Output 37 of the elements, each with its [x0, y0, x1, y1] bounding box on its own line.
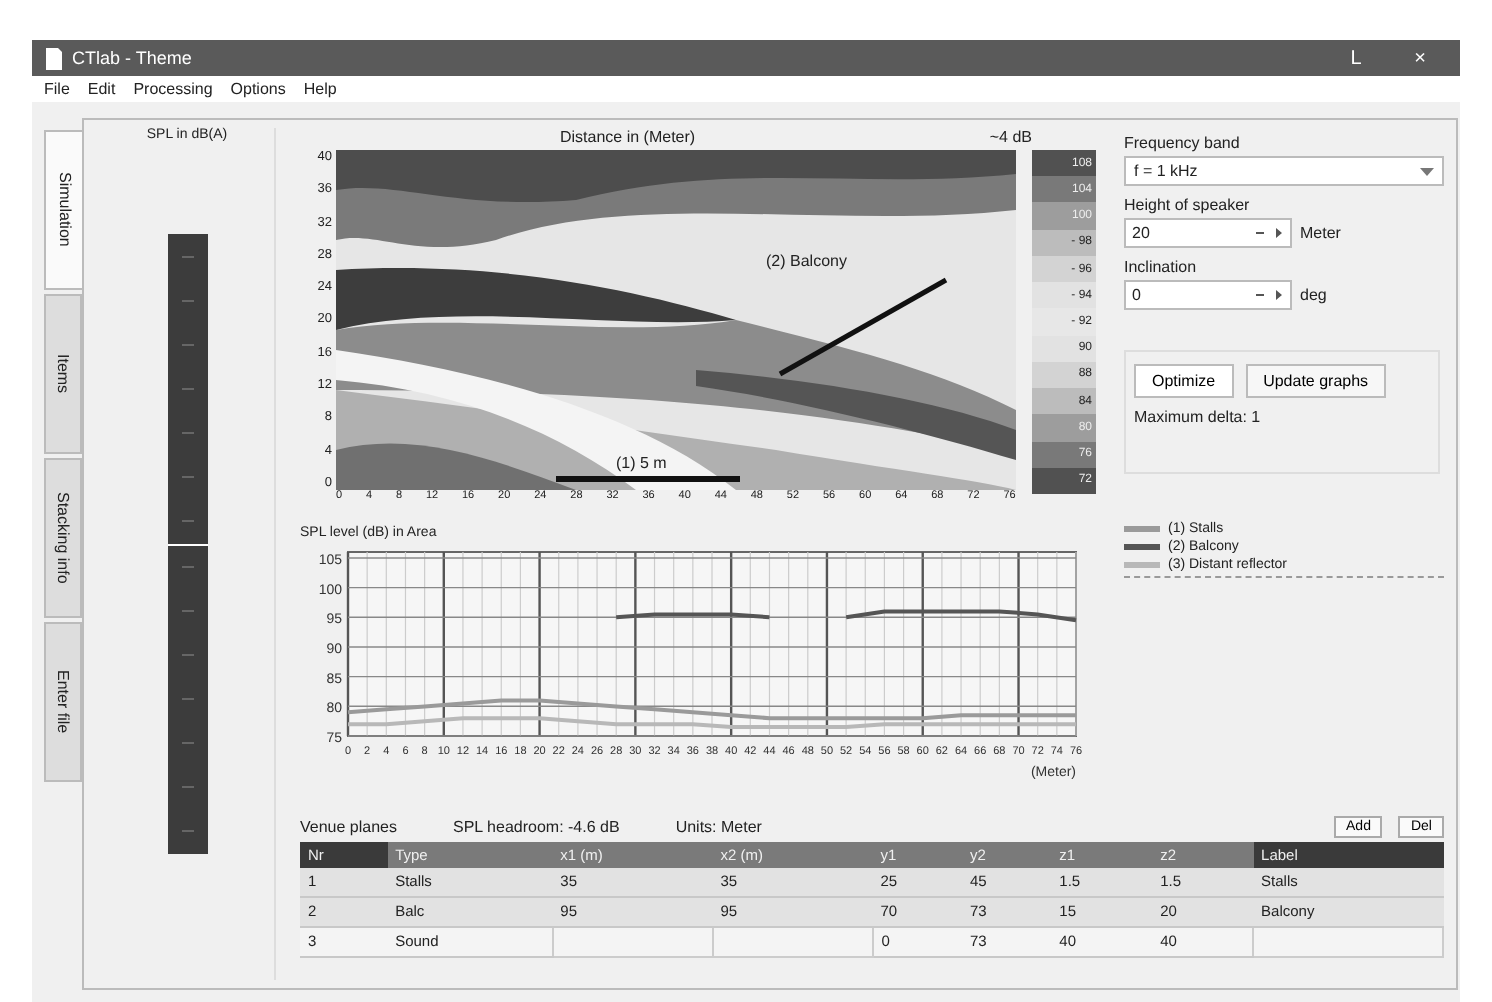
tab[interactable]: Simulation [44, 130, 82, 290]
action-button[interactable]: Update graphs [1245, 364, 1387, 398]
legend-swatch [1124, 544, 1160, 550]
action-button[interactable]: Optimize [1134, 364, 1234, 398]
plot-title: Distance in (Meter) [560, 128, 696, 150]
inclination-spinner[interactable]: 0 [1124, 280, 1292, 310]
plot-annotation: (2) Balcony [766, 252, 847, 270]
window-title: CTlab - Theme [72, 48, 194, 68]
height-spinner[interactable]: 20 [1124, 218, 1292, 248]
document-icon [44, 47, 64, 69]
caret-icon [1420, 167, 1434, 175]
menu-item[interactable]: Processing [133, 80, 213, 98]
headroom-text: SPL headroom: -4.6 dB [453, 817, 620, 835]
unit-label: deg [1300, 286, 1327, 304]
legend-swatch [1124, 562, 1160, 568]
tab[interactable]: Stacking info [44, 458, 82, 618]
menu-item[interactable]: Edit [87, 80, 116, 98]
status-text: Maximum delta: 1 [1134, 408, 1263, 426]
table-caption: Venue planes [300, 817, 397, 835]
frequency-dropdown[interactable]: f = 1 kHz [1124, 156, 1444, 186]
legend-swatch [1124, 526, 1160, 532]
field-label: Inclination [1124, 258, 1199, 276]
close-button[interactable]: × [1392, 47, 1448, 69]
tab[interactable]: Enter file [44, 622, 82, 782]
menu-item[interactable]: Options [230, 80, 286, 98]
menu-item[interactable]: Help [303, 80, 337, 98]
field-label: Height of speaker [1124, 196, 1252, 214]
field-label: Frequency band [1124, 134, 1242, 152]
menu-item[interactable]: File [44, 80, 70, 98]
minimize-button[interactable]: L [1328, 47, 1384, 69]
plot-annotation: (1) 5 m [616, 454, 667, 472]
plot-reading: ~4 dB [989, 128, 1032, 150]
spin-arrows-icon [1256, 288, 1284, 302]
unit-label: Meter [1300, 224, 1341, 242]
spin-arrows-icon [1256, 226, 1284, 240]
units-text: Units: Meter [675, 817, 762, 835]
tab[interactable]: Items [44, 294, 82, 454]
